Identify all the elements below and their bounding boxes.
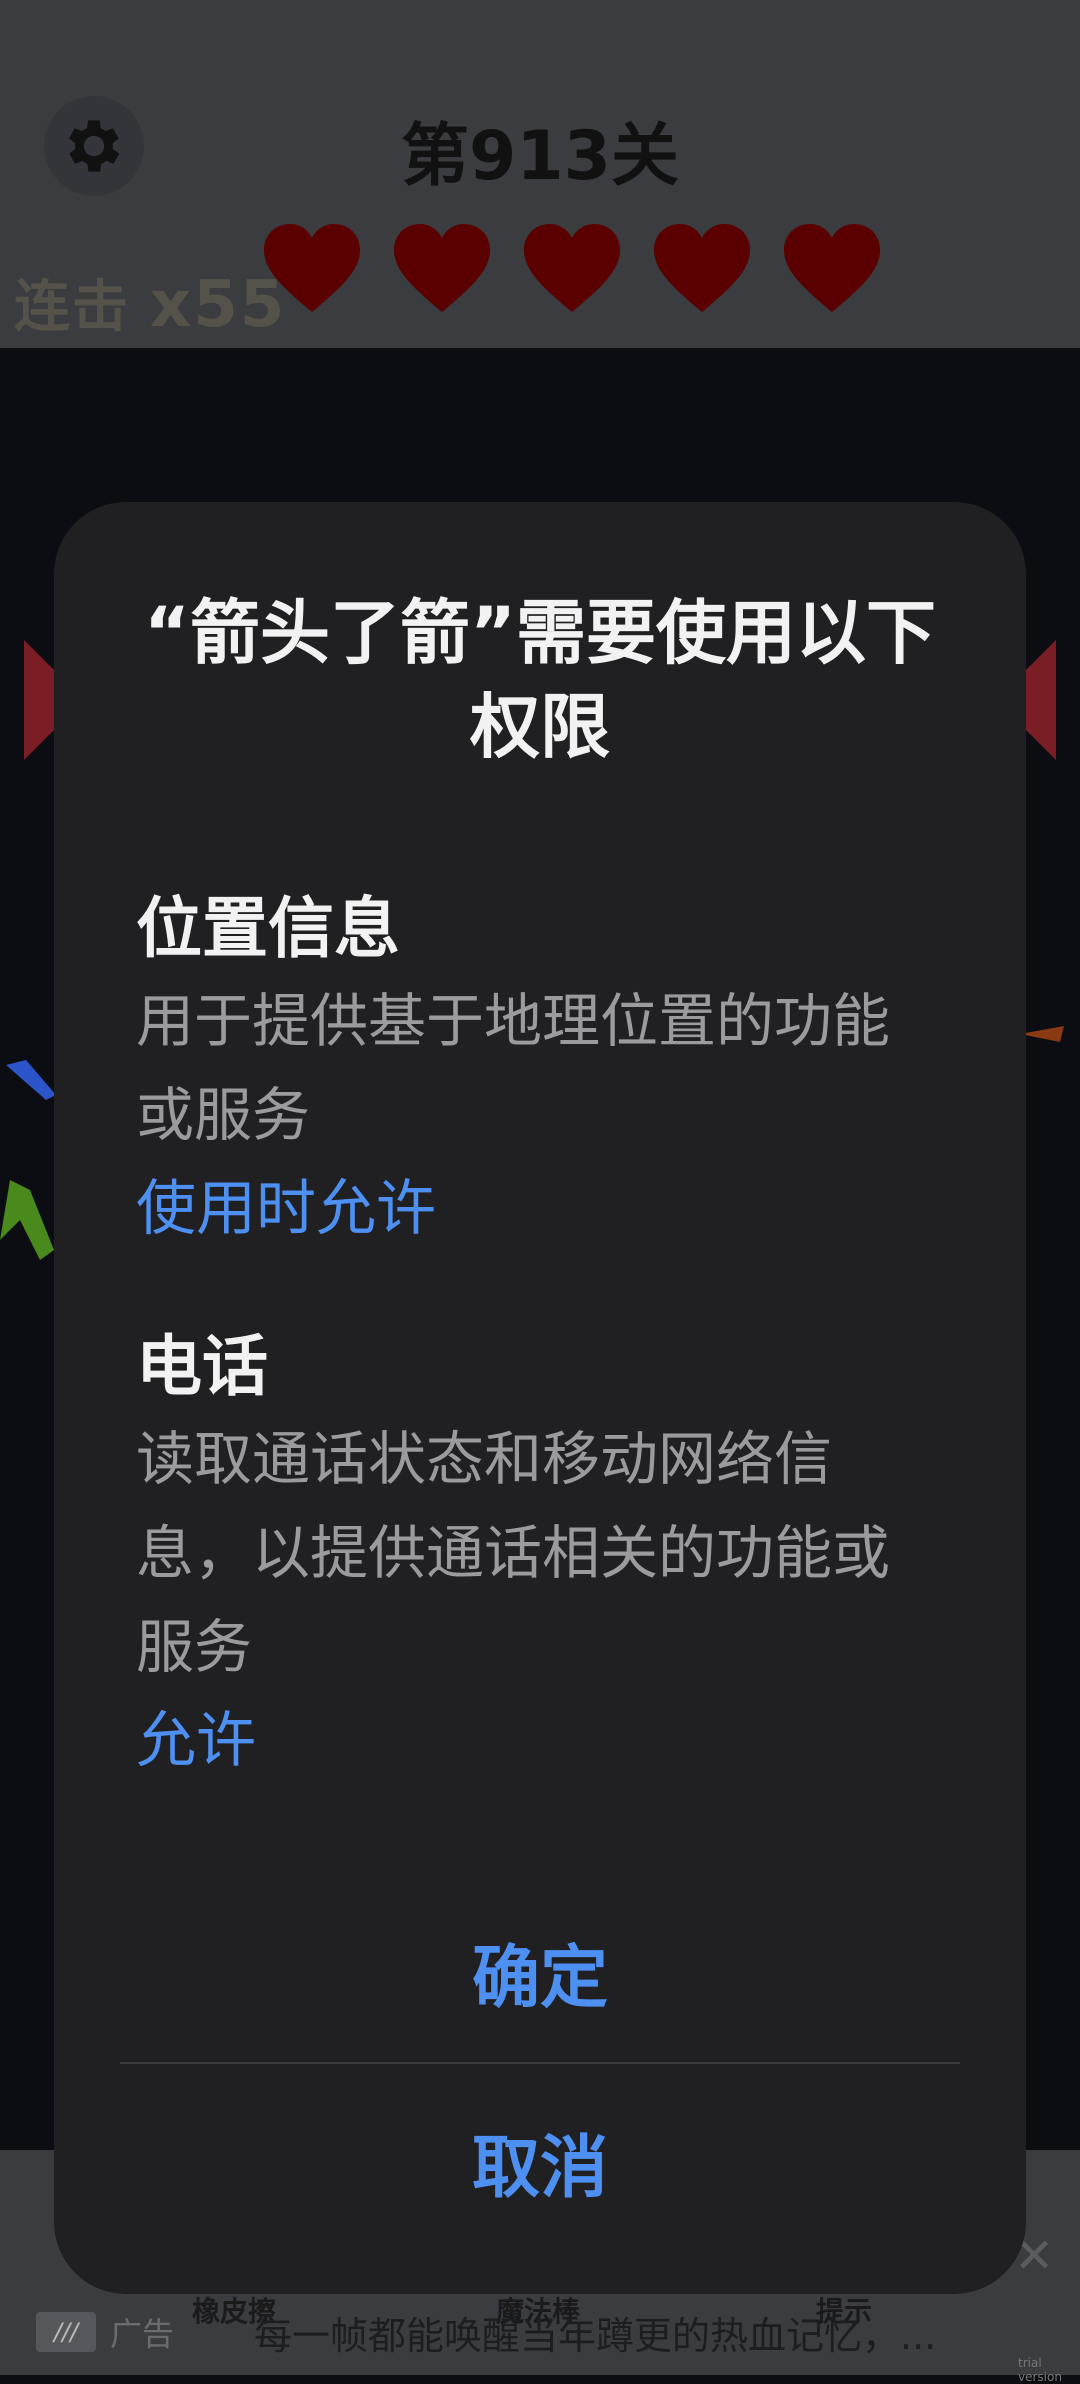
permission-name: 电话 <box>136 1328 268 1405</box>
permission-action-link[interactable]: 允许 <box>136 1694 936 1788</box>
confirm-button[interactable]: 确定 <box>54 1922 1026 2021</box>
permission-action-link[interactable]: 使用时允许 <box>136 1162 936 1256</box>
permission-item-location: 位置信息 用于提供基于地理位置的功能或服务 使用时允许 <box>136 884 936 1256</box>
permission-description: 读取通话状态和移动网络信息，以提供通话相关的功能或服务 <box>136 1425 891 1681</box>
permission-name: 位置信息 <box>136 890 400 967</box>
permission-item-phone: 电话 读取通话状态和移动网络信息，以提供通话相关的功能或服务 允许 <box>136 1322 936 1788</box>
dialog-title: “箭头了箭”需要使用以下权限 <box>143 592 936 768</box>
cancel-button[interactable]: 取消 <box>54 2112 1026 2211</box>
permission-description: 用于提供基于地理位置的功能或服务 <box>136 987 891 1149</box>
permission-dialog: “箭头了箭”需要使用以下权限 位置信息 用于提供基于地理位置的功能或服务 使用时… <box>54 502 1026 2294</box>
button-divider <box>120 2062 960 2064</box>
